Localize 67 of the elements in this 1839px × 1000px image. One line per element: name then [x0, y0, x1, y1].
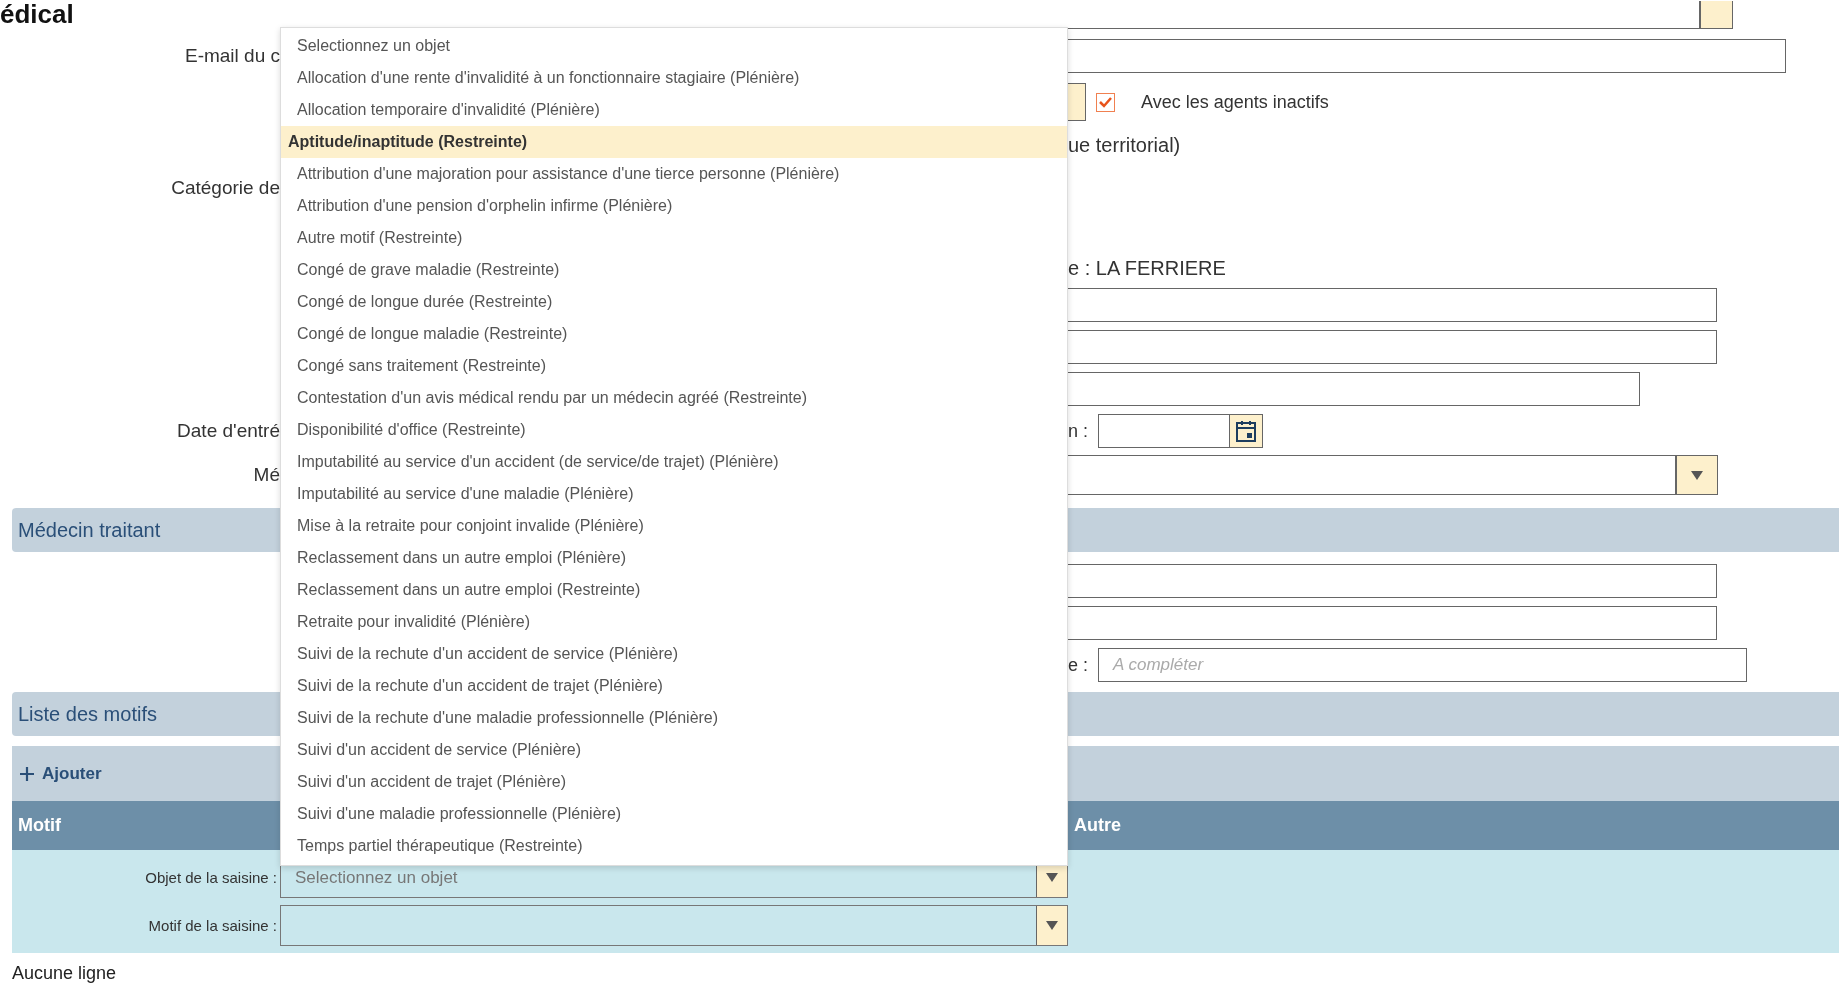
dropdown-option[interactable]: Attribution d'une majoration pour assistance d'une tierce personne (Plénière) [281, 158, 1067, 190]
motif-select[interactable] [280, 905, 1068, 946]
check-icon [1099, 96, 1112, 108]
field-label: n : [1068, 420, 1088, 442]
dropdown-option[interactable]: Imputabilité au service d'une maladie (Plénière) [281, 478, 1067, 510]
dropdown-option[interactable]: Suivi de la rechute d'une maladie professionnelle (Plénière) [281, 702, 1067, 734]
field-label: Date d'entré [177, 420, 280, 442]
field-label: Mé [253, 464, 280, 486]
empty-message: Aucune ligne [12, 963, 118, 984]
plus-icon [20, 766, 34, 781]
dropdown-option[interactable]: Retraite pour invalidité (Plénière) [281, 606, 1067, 638]
dropdown-option[interactable]: Congé de longue maladie (Restreinte) [281, 318, 1067, 350]
category-value: ue territorial) [1068, 133, 1181, 157]
field-label: e : [1068, 654, 1088, 676]
column-header: Autre [1074, 815, 1121, 836]
dropdown-option[interactable]: Autre motif (Restreinte) [281, 222, 1067, 254]
text-field[interactable] [1068, 288, 1717, 322]
dropdown-option[interactable]: Selectionnez un objet [281, 30, 1067, 62]
dropdown-option[interactable]: Mise à la retraite pour conjoint invalide (Plénière) [281, 510, 1067, 542]
add-button[interactable]: Ajouter [20, 763, 102, 784]
page-title: édical [0, 0, 74, 28]
caret-icon [1691, 470, 1703, 480]
dropdown-option[interactable]: Disponibilité d'office (Restreinte) [281, 414, 1067, 446]
caret-icon [1046, 873, 1058, 882]
dropdown-option[interactable]: Temps partiel thérapeutique (Restreinte) [281, 830, 1067, 862]
dropdown-option[interactable]: Suivi de la rechute d'un accident de service (Plénière) [281, 638, 1067, 670]
date-field[interactable] [1098, 414, 1230, 448]
dropdown-option[interactable]: Congé de longue durée (Restreinte) [281, 286, 1067, 318]
dropdown-option[interactable]: Allocation d'une rente d'invalidité à un fonctionnaire stagiaire (Plénière) [281, 62, 1067, 94]
dropdown-option[interactable]: Imputabilité au service d'un accident (de service/de trajet) (Plénière) [281, 446, 1067, 478]
dropdown-option[interactable]: Aptitude/inaptitude (Restreinte) [281, 126, 1067, 158]
doctor-select[interactable] [1068, 455, 1676, 495]
dropdown-option[interactable]: Suivi d'un accident de trajet (Plénière) [281, 766, 1067, 798]
dropdown-option[interactable]: Contestation d'un avis médical rendu par un médecin agréé (Restreinte) [281, 382, 1067, 414]
dropdown-option[interactable]: Suivi de la rechute d'un accident de trajet (Plénière) [281, 670, 1067, 702]
caret-icon [1046, 921, 1058, 930]
field-label: Objet de la saisine : [145, 869, 278, 886]
text-field[interactable] [1068, 564, 1717, 598]
dropdown-option[interactable]: Congé de grave maladie (Restreinte) [281, 254, 1067, 286]
text-field[interactable] [1068, 372, 1640, 406]
dropdown-option[interactable]: Suivi d'un accident de service (Plénière) [281, 734, 1067, 766]
dropdown-option[interactable]: Attribution d'une pension d'orphelin infirme (Plénière) [281, 190, 1067, 222]
section-title: Liste des motifs [18, 702, 157, 726]
field-label: E-mail du c [184, 45, 280, 67]
dropdown-option[interactable]: Reclassement dans un autre emploi (Plénière) [281, 542, 1067, 574]
text-field[interactable] [1068, 606, 1717, 640]
dropdown-button[interactable] [1700, 1, 1733, 29]
text-field[interactable] [1068, 330, 1717, 364]
text-field[interactable] [1068, 1, 1700, 29]
dropdown-option[interactable]: Suivi d'une maladie professionnelle (Plénière) [281, 798, 1067, 830]
checkbox-label: Avec les agents inactifs [1141, 91, 1329, 113]
dropdown-option[interactable]: Reclassement dans un autre emploi (Restreinte) [281, 574, 1067, 606]
dropdown-button[interactable] [1036, 906, 1067, 945]
field-label: Motif de la saisine : [148, 917, 278, 934]
field-label: Catégorie de [171, 177, 280, 199]
column-header: Motif [18, 815, 61, 836]
calendar-button[interactable] [1230, 414, 1263, 448]
dropdown-option[interactable]: Allocation temporaire d'invalidité (Plénière) [281, 94, 1067, 126]
section-title: Médecin traitant [18, 518, 161, 542]
dropdown-button[interactable] [1676, 455, 1718, 495]
email-field[interactable] [1068, 39, 1786, 73]
placeholder: A compléter [1113, 655, 1204, 675]
dropdown-button[interactable] [1068, 83, 1086, 121]
commune-value: e : LA FERRIERE [1068, 257, 1226, 280]
checkbox[interactable] [1096, 92, 1115, 112]
dropdown-option[interactable]: Congé sans traitement (Restreinte) [281, 350, 1067, 382]
calendar-icon [1236, 420, 1256, 442]
